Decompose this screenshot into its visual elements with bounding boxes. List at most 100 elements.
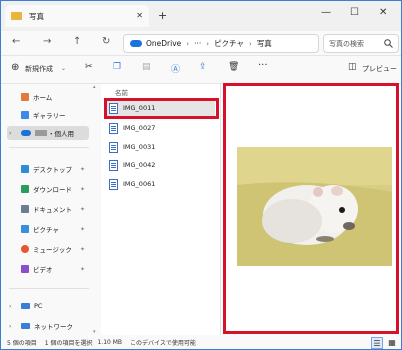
- file-name: IMG_0027: [123, 124, 156, 132]
- gallery-icon: [21, 111, 29, 119]
- chevron-right-icon: ›: [249, 39, 252, 48]
- tab-title: 写真: [29, 11, 44, 21]
- pin-icon[interactable]: ✦: [80, 166, 85, 173]
- sidebar-item-pc[interactable]: › PC: [7, 299, 89, 313]
- sidebar-item-gallery[interactable]: ギャラリー: [7, 108, 89, 122]
- divider: [9, 288, 89, 289]
- breadcrumb-photos[interactable]: 写真: [257, 38, 272, 49]
- pictures-icon: [21, 225, 29, 233]
- tab-close-icon[interactable]: ✕: [136, 11, 143, 20]
- list-item[interactable]: IMG_0042: [107, 157, 215, 173]
- breadcrumb[interactable]: OneDrive › ··· › ピクチャ › 写真: [123, 34, 319, 53]
- image-file-icon: [109, 122, 118, 134]
- onedrive-icon: [130, 40, 142, 47]
- refresh-button[interactable]: ↻: [102, 36, 110, 47]
- details-view-icon[interactable]: ☰: [371, 337, 383, 349]
- video-icon: [21, 265, 29, 273]
- breadcrumb-more[interactable]: ···: [194, 39, 201, 48]
- forward-button[interactable]: →: [43, 36, 51, 47]
- sidebar-item-music[interactable]: ミュージック ✦: [7, 242, 89, 256]
- file-list: 名前 IMG_0011 IMG_0027 IMG_0031 IMG_0042 I…: [101, 84, 223, 335]
- file-name: IMG_0061: [123, 180, 156, 188]
- sidebar-item-onedrive[interactable]: › ・個人用: [7, 126, 89, 140]
- network-icon: [21, 323, 30, 329]
- sidebar-item-label: PC: [34, 302, 43, 310]
- selection-count: 1 個の項目を選択: [44, 339, 93, 347]
- home-icon: [21, 93, 29, 101]
- up-button[interactable]: ↑: [73, 36, 81, 47]
- chevron-right-icon: ›: [186, 39, 190, 48]
- pane-divider[interactable]: [220, 84, 221, 335]
- command-bar: ⊕ 新規作成 ⌄ ✂ ❐ ▤ Ⓐ ⇪ 🗑 ··· ◫ プレビュー: [1, 56, 401, 84]
- list-item[interactable]: IMG_0027: [107, 120, 215, 136]
- sidebar-item-documents[interactable]: ドキュメント ✦: [7, 202, 89, 216]
- maximize-button[interactable]: ☐: [350, 7, 359, 18]
- desktop-icon: [21, 165, 29, 173]
- item-count: 5 個の項目: [7, 339, 37, 347]
- chevron-right-icon: ›: [206, 39, 210, 48]
- list-item[interactable]: IMG_0061: [107, 176, 215, 192]
- image-file-icon: [109, 141, 118, 153]
- chevron-down-icon[interactable]: ⌄: [61, 65, 66, 72]
- rename-icon[interactable]: Ⓐ: [171, 62, 180, 75]
- sidebar-item-label: ドキュメント: [33, 206, 72, 214]
- breadcrumb-pictures[interactable]: ピクチャ: [214, 38, 244, 49]
- sidebar-item-downloads[interactable]: ダウンロード ✦: [7, 182, 89, 196]
- tab-photos[interactable]: 写真 ✕: [5, 5, 149, 27]
- more-options-button[interactable]: ···: [258, 60, 268, 71]
- sidebar-item-label: ギャラリー: [33, 112, 66, 120]
- search-input[interactable]: 写真の検索: [323, 34, 399, 53]
- pc-icon: [21, 303, 30, 309]
- status-bar: 5 個の項目 1 個の項目を選択 1.10 MB このデバイスで使用可能: [1, 335, 401, 349]
- expand-chevron-icon[interactable]: ›: [9, 130, 11, 137]
- address-row: ← → ↑ ↻ OneDrive › ··· › ピクチャ › 写真 写真の検索: [1, 31, 401, 56]
- preview-pane-icon[interactable]: ◫: [348, 62, 357, 72]
- pin-icon[interactable]: ✦: [80, 266, 85, 273]
- sidebar-item-label: デスクトップ: [33, 166, 72, 174]
- copy-icon[interactable]: ❐: [113, 62, 121, 72]
- breadcrumb-onedrive[interactable]: OneDrive: [146, 39, 181, 48]
- delete-icon[interactable]: 🗑: [228, 62, 239, 72]
- sidebar-item-label: ダウンロード: [33, 186, 72, 194]
- expand-chevron-icon[interactable]: ›: [9, 323, 11, 330]
- sidebar-item-label: ネットワーク: [34, 323, 73, 331]
- search-placeholder: 写真の検索: [329, 39, 364, 48]
- scroll-up-icon[interactable]: ▴: [93, 84, 96, 90]
- download-icon: [21, 185, 29, 193]
- paste-icon[interactable]: ▤: [142, 62, 151, 72]
- folder-icon: [11, 12, 22, 20]
- new-button[interactable]: 新規作成: [25, 64, 53, 74]
- close-button[interactable]: ✕: [379, 7, 387, 18]
- new-tab-button[interactable]: +: [158, 9, 167, 22]
- minimize-button[interactable]: —: [321, 7, 331, 18]
- sidebar-scrollbar[interactable]: ▴ ▾: [93, 84, 98, 335]
- share-icon[interactable]: ⇪: [199, 62, 207, 72]
- pin-icon[interactable]: ✦: [80, 246, 85, 253]
- pin-icon[interactable]: ✦: [80, 186, 85, 193]
- list-item[interactable]: IMG_0031: [107, 139, 215, 155]
- tiles-view-icon[interactable]: ▦: [387, 337, 397, 347]
- sidebar-item-desktop[interactable]: デスクトップ ✦: [7, 162, 89, 176]
- file-name: IMG_0031: [123, 143, 156, 151]
- back-button[interactable]: ←: [12, 36, 20, 47]
- sidebar-item-label: ビデオ: [33, 266, 53, 274]
- sidebar-item-pictures[interactable]: ピクチャ ✦: [7, 222, 89, 236]
- onedrive-icon: [21, 130, 31, 136]
- pin-icon[interactable]: ✦: [80, 206, 85, 213]
- column-header-name[interactable]: 名前: [115, 87, 128, 97]
- file-name: IMG_0042: [123, 161, 156, 169]
- sidebar-item-home[interactable]: ホーム: [7, 90, 89, 104]
- pin-icon[interactable]: ✦: [80, 226, 85, 233]
- redacted-name: [35, 130, 47, 136]
- sidebar-item-network[interactable]: › ネットワーク: [7, 319, 89, 333]
- image-file-icon: [109, 178, 118, 190]
- sidebar-item-videos[interactable]: ビデオ ✦: [7, 262, 89, 276]
- expand-chevron-icon[interactable]: ›: [9, 303, 11, 310]
- divider: [9, 147, 89, 148]
- selected-file-highlight: [104, 98, 219, 119]
- cut-icon[interactable]: ✂: [85, 62, 93, 72]
- preview-button[interactable]: プレビュー: [362, 64, 397, 74]
- sidebar-item-label: ホーム: [33, 94, 53, 102]
- add-icon[interactable]: ⊕: [11, 62, 19, 73]
- sidebar-item-label: ピクチャ: [33, 226, 59, 234]
